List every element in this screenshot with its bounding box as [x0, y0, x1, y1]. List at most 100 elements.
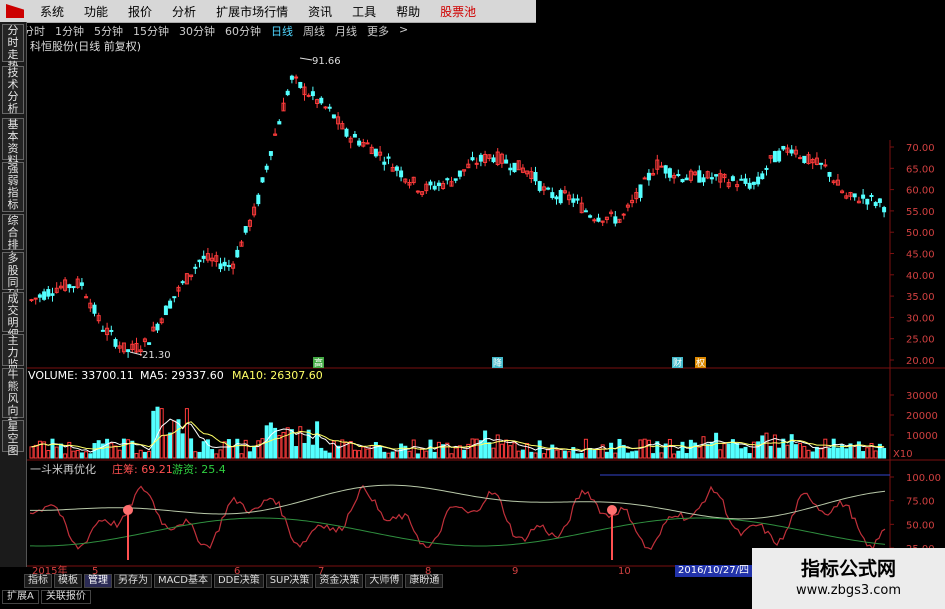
tf-weekly[interactable]: 周线	[298, 23, 330, 38]
volume-bar-up	[667, 438, 672, 459]
side-tab-bull-bear[interactable]: 牛熊风向标	[2, 368, 24, 429]
btab-macd[interactable]: MACD基本	[154, 574, 212, 588]
event-marker-label: 降	[493, 357, 502, 369]
volume-bar-up	[109, 442, 114, 459]
volume-bar-up	[256, 440, 261, 459]
tf-daily[interactable]: 日线	[266, 23, 298, 38]
candle-down	[571, 198, 576, 203]
candle-down	[235, 249, 240, 258]
candle-up	[294, 76, 299, 79]
menu-tools[interactable]: 工具	[342, 3, 386, 20]
menu-analysis[interactable]: 分析	[162, 3, 206, 20]
volume-bar-down	[88, 453, 93, 459]
side-tab-intraday[interactable]: 分时走势	[2, 24, 24, 73]
volume-bar-down	[201, 441, 206, 459]
volume-bar-down	[378, 445, 383, 459]
candle-down	[399, 170, 404, 178]
tf-monthly[interactable]: 月线	[330, 23, 362, 38]
side-tab-strength[interactable]: 强弱指标	[2, 162, 24, 212]
volume-bar-down	[529, 451, 534, 459]
volume-bar-down	[617, 438, 622, 459]
candle-down	[680, 178, 685, 183]
btab-master[interactable]: 大师傅	[365, 574, 404, 588]
candle-down	[646, 172, 651, 181]
candle-down	[827, 171, 832, 177]
candle-down	[298, 81, 303, 88]
tf-60min[interactable]: 60分钟	[220, 23, 266, 38]
candle-down	[756, 176, 761, 185]
volume-bar-down	[247, 451, 252, 459]
volume-bar-up	[823, 438, 828, 459]
candle-down	[638, 184, 643, 198]
menu-function[interactable]: 功能	[74, 3, 118, 20]
tf-5min[interactable]: 5分钟	[89, 23, 128, 38]
candle-down	[445, 178, 450, 181]
candle-down	[260, 177, 265, 183]
candle-down	[277, 121, 282, 125]
menu-extended-market[interactable]: 扩展市场行情	[206, 3, 298, 20]
indicator-tick-label: 100.00	[906, 473, 941, 484]
candle-down	[865, 198, 870, 205]
btab-kangpan[interactable]: 康盼通	[405, 574, 444, 588]
volume-bar-up	[33, 444, 38, 459]
btab-related-quote[interactable]: 关联报价	[40, 590, 91, 604]
volume-bar-down	[609, 442, 614, 459]
bottom-tab-bar-2: 扩展A 关联报价	[2, 590, 93, 604]
volume-bar-up	[231, 446, 236, 459]
volume-bar-up	[638, 439, 643, 459]
candle-down	[882, 207, 887, 213]
candle-down	[46, 289, 51, 297]
btab-dde[interactable]: DDE决策	[213, 574, 264, 588]
event-marker-label: 权	[696, 357, 705, 369]
side-tab-ranking[interactable]: 综合排名	[2, 214, 24, 263]
btab-template[interactable]: 模板	[54, 574, 82, 588]
volume-bar-down	[462, 449, 467, 459]
volume-bar-down	[579, 452, 584, 459]
menu-help[interactable]: 帮助	[386, 3, 430, 20]
btab-fund[interactable]: 资金决策	[315, 574, 364, 588]
btab-indicator[interactable]: 指标	[24, 574, 52, 588]
volume-ma5-label: MA5: 29337.60	[140, 369, 224, 382]
tf-1min[interactable]: 1分钟	[50, 23, 89, 38]
volume-bar-up	[613, 452, 618, 459]
side-tab-trade-detail[interactable]: 成交明细	[2, 292, 24, 341]
volume-bar-up	[508, 445, 513, 459]
menu-news[interactable]: 资讯	[298, 3, 342, 20]
volume-bar-down	[323, 450, 328, 459]
price-high-label: 91.66	[312, 56, 341, 67]
side-tab-star-map[interactable]: 星空图	[2, 420, 24, 457]
volume-bar-up	[546, 448, 551, 459]
btab-sup[interactable]: SUP决策	[265, 574, 314, 588]
menu-quote[interactable]: 报价	[118, 3, 162, 20]
btab-save-as[interactable]: 另存为	[114, 574, 152, 588]
candle-down	[739, 178, 744, 181]
candle-down	[478, 154, 483, 162]
volume-bar-up	[37, 440, 42, 459]
btab-extended-a[interactable]: 扩展A	[2, 590, 39, 604]
side-tab-fundamental[interactable]: 基本资料	[2, 118, 24, 167]
tf-next-arrow[interactable]: >	[394, 23, 413, 37]
candle-up	[33, 297, 38, 300]
candle-down	[109, 329, 114, 332]
volume-bar-up	[798, 442, 803, 459]
btab-manage[interactable]: 管理	[84, 574, 112, 588]
volume-label: VOLUME: 33700.11	[28, 369, 134, 382]
volume-bar-down	[844, 448, 849, 459]
volume-bar-down	[319, 447, 324, 459]
volume-bar-up	[697, 446, 702, 459]
event-marker-label: 财	[673, 357, 682, 369]
tf-more[interactable]: 更多	[362, 23, 394, 38]
menu-stock-pool[interactable]: 股票池	[430, 3, 486, 20]
signal-clover-icon	[607, 505, 617, 515]
tf-15min[interactable]: 15分钟	[128, 23, 174, 38]
side-tab-multi-stock[interactable]: 多股同列	[2, 252, 24, 301]
volume-bar-up	[436, 441, 441, 459]
tf-30min[interactable]: 30分钟	[174, 23, 220, 38]
menu-system[interactable]: 系统	[30, 3, 74, 20]
volume-bar-down	[831, 438, 836, 459]
price-low-label: 21.30	[142, 350, 171, 361]
side-tab-monitor[interactable]: 主力监控	[2, 334, 24, 383]
side-tab-technical[interactable]: 技术分析	[2, 66, 24, 115]
volume-bar-up	[163, 435, 168, 459]
candle-down	[310, 91, 315, 97]
